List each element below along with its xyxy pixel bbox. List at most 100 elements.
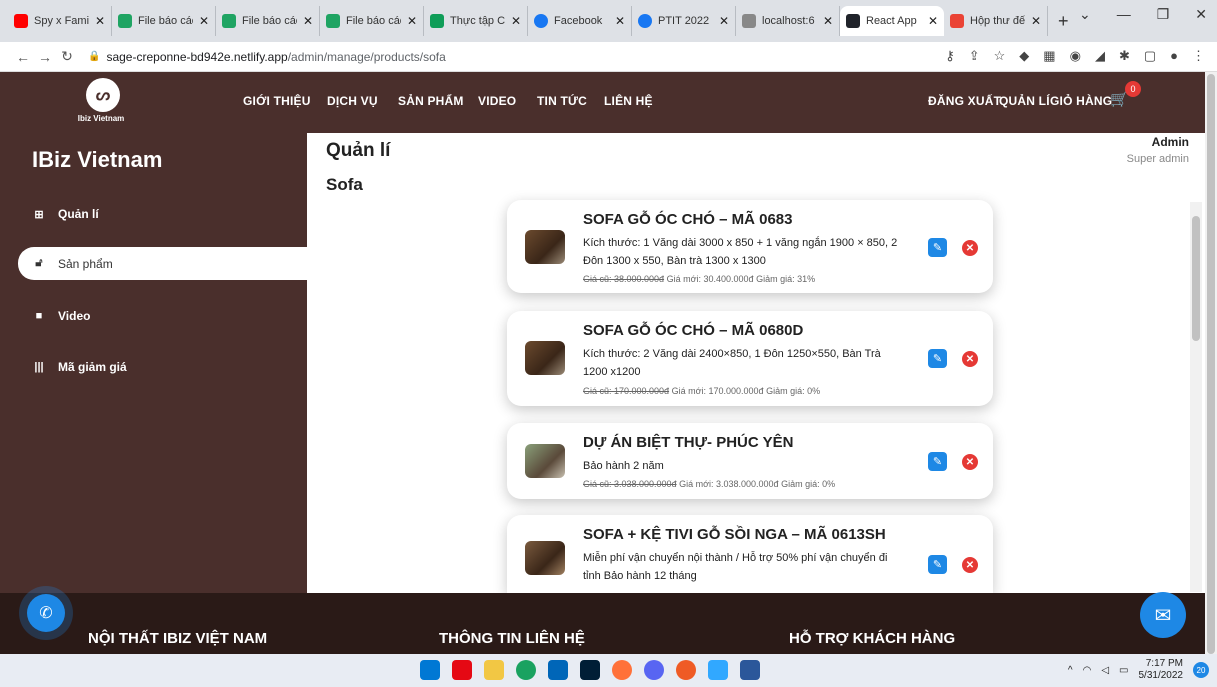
profile-avatar[interactable]: ●: [1170, 48, 1178, 64]
browser-tab[interactable]: PTIT 2022 ✕: [632, 6, 736, 36]
sidebar-item-video[interactable]: ■ Video: [32, 309, 91, 323]
page-title: Quản lí: [326, 140, 391, 161]
close-icon[interactable]: ✕: [511, 14, 521, 28]
extension-icon[interactable]: ◢: [1095, 48, 1105, 64]
logo[interactable]: ᔕ Ibiz Vietnam: [78, 78, 126, 123]
messenger-button[interactable]: ✉: [1140, 592, 1186, 638]
scrollbar-thumb[interactable]: [1207, 74, 1215, 654]
sidebar-item-quan-li[interactable]: ⊞ Quản lí: [32, 207, 98, 221]
app-icon[interactable]: [612, 660, 632, 680]
url-field[interactable]: 🔒 sage-creponne-bd942e.netlify.app/admin…: [88, 50, 446, 64]
nav-gioi-thieu[interactable]: GIỚI THIỆU: [243, 94, 311, 108]
puzzle-icon[interactable]: ✱: [1119, 48, 1130, 64]
reload-icon[interactable]: ↻: [56, 48, 78, 65]
product-title[interactable]: SOFA GỖ ÓC CHÓ – MÃ 0683: [583, 211, 793, 228]
close-icon[interactable]: ✕: [823, 14, 833, 28]
word-icon[interactable]: [740, 660, 760, 680]
cart-link[interactable]: GIỎ HÀNG: [1050, 94, 1112, 108]
browser-tab[interactable]: File báo các ✕: [112, 6, 216, 36]
nav-dich-vu[interactable]: DỊCH VỤ: [327, 94, 378, 108]
close-icon[interactable]: ✕: [95, 14, 105, 28]
extension-icon[interactable]: ◉: [1070, 48, 1081, 64]
close-icon[interactable]: ✕: [615, 14, 625, 28]
netflix-icon[interactable]: [452, 660, 472, 680]
discord-icon[interactable]: [644, 660, 664, 680]
browser-tab[interactable]: File báo các ✕: [320, 6, 424, 36]
manage-link[interactable]: QUẢN LÍ: [999, 94, 1050, 108]
product-price: Giá cũ: 170.000.000đ Giá mới: 170.000.00…: [583, 386, 820, 396]
delete-button[interactable]: ✕: [962, 454, 978, 470]
product-title[interactable]: DỰ ÁN BIỆT THỰ- PHÚC YÊN: [583, 434, 793, 451]
star-icon[interactable]: ☆: [994, 48, 1006, 64]
extension-icon[interactable]: ▦: [1043, 48, 1055, 64]
product-thumbnail[interactable]: [525, 341, 565, 375]
page-scrollbar[interactable]: [1205, 72, 1217, 654]
logout-link[interactable]: ĐĂNG XUẤT: [928, 94, 1001, 108]
browser-tab[interactable]: Spy x Famil ✕: [8, 6, 112, 36]
phone-call-button[interactable]: ✆: [27, 594, 65, 632]
browser-tab[interactable]: localhost:6 ✕: [736, 6, 840, 36]
product-thumbnail[interactable]: [525, 230, 565, 264]
discount: Giảm giá: 31%: [756, 274, 816, 284]
sidebar-item-san-pham[interactable]: 🔓︎ Sản phẩm: [18, 247, 307, 280]
extension-icon[interactable]: ◆: [1019, 48, 1029, 64]
share-icon[interactable]: ⇪: [969, 48, 980, 64]
sidebar-icon[interactable]: ▢: [1144, 48, 1156, 64]
vscode-icon[interactable]: [548, 660, 568, 680]
close-icon[interactable]: ✕: [199, 14, 209, 28]
close-icon[interactable]: ✕: [303, 14, 313, 28]
volume-icon[interactable]: ◁: [1101, 665, 1109, 676]
windows-start-icon[interactable]: [420, 660, 440, 680]
new-tab-icon[interactable]: +: [1058, 11, 1069, 32]
facebook-icon: [638, 14, 652, 28]
close-icon[interactable]: ✕: [719, 14, 729, 28]
youtube-icon: [14, 14, 28, 28]
product-thumbnail[interactable]: [525, 444, 565, 478]
product-list-scrollbar[interactable]: [1190, 202, 1202, 592]
close-icon[interactable]: ✕: [1031, 14, 1041, 28]
nav-video[interactable]: VIDEO: [478, 94, 516, 108]
delete-button[interactable]: ✕: [962, 240, 978, 256]
edit-button[interactable]: ✎: [928, 349, 947, 368]
edit-button[interactable]: ✎: [928, 238, 947, 257]
footer: NỘI THẤT IBIZ VIỆT NAM THÔNG TIN LIÊN HỆ…: [0, 593, 1205, 654]
browser-tab[interactable]: Facebook ✕: [528, 6, 632, 36]
menu-icon[interactable]: ⋮: [1192, 48, 1205, 64]
postman-icon[interactable]: [676, 660, 696, 680]
chevron-down-icon[interactable]: ⌄: [1079, 6, 1091, 23]
close-window-icon[interactable]: ✕: [1195, 6, 1207, 23]
photoshop-icon[interactable]: [580, 660, 600, 680]
battery-icon[interactable]: ▭: [1119, 665, 1128, 676]
delete-button[interactable]: ✕: [962, 351, 978, 367]
browser-tab-active[interactable]: React App ✕: [840, 6, 944, 36]
clock[interactable]: 7:17 PM 5/31/2022: [1139, 658, 1184, 682]
browser-tab-bar: Spy x Famil ✕ File báo các ✕ File báo các ✕…: [0, 0, 1217, 42]
key-icon[interactable]: ⚷: [945, 48, 955, 64]
app-icon[interactable]: [708, 660, 728, 680]
forward-icon[interactable]: →: [34, 49, 56, 65]
restore-icon[interactable]: ❐: [1157, 6, 1170, 23]
chrome-icon[interactable]: [516, 660, 536, 680]
product-thumbnail[interactable]: [525, 541, 565, 575]
close-icon[interactable]: ✕: [928, 14, 938, 28]
minimize-icon[interactable]: —: [1117, 6, 1131, 23]
product-title[interactable]: SOFA GỖ ÓC CHÓ – MÃ 0680D: [583, 322, 803, 339]
sidebar-item-ma-giam-gia[interactable]: ||| Mã giảm giá: [32, 360, 126, 374]
scrollbar-thumb[interactable]: [1192, 216, 1200, 341]
browser-tab[interactable]: Thực tập C ✕: [424, 6, 528, 36]
delete-button[interactable]: ✕: [962, 557, 978, 573]
browser-tab[interactable]: Hộp thư đế ✕: [944, 6, 1048, 36]
back-icon[interactable]: ←: [12, 49, 34, 65]
nav-san-pham[interactable]: SẢN PHẨM: [398, 94, 464, 108]
nav-lien-he[interactable]: LIÊN HỆ: [604, 94, 653, 108]
edit-button[interactable]: ✎: [928, 452, 947, 471]
wifi-icon[interactable]: ◠: [1083, 665, 1092, 676]
product-title[interactable]: SOFA + KỆ TIVI GỖ SỒI NGA – MÃ 0613SH: [583, 526, 886, 543]
file-explorer-icon[interactable]: [484, 660, 504, 680]
notification-badge[interactable]: 20: [1193, 662, 1209, 678]
close-icon[interactable]: ✕: [407, 14, 417, 28]
edit-button[interactable]: ✎: [928, 555, 947, 574]
chevron-up-icon[interactable]: ^: [1068, 665, 1073, 676]
nav-tin-tuc[interactable]: TIN TỨC: [537, 94, 587, 108]
browser-tab[interactable]: File báo các ✕: [216, 6, 320, 36]
